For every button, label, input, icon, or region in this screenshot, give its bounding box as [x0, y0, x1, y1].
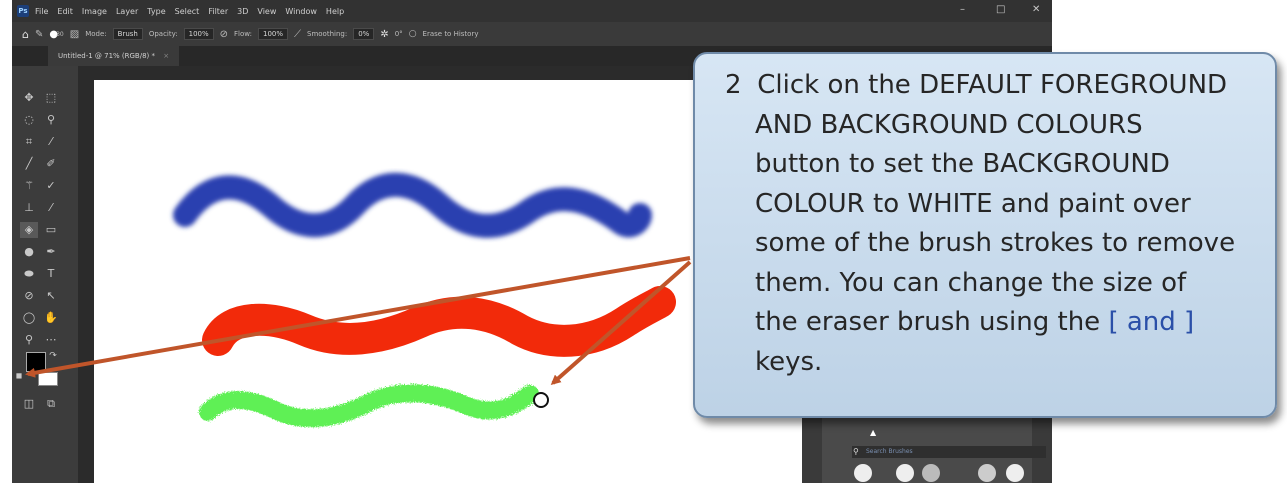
- arrow-overlay: [25, 256, 692, 385]
- arrow-to-default-colors: [25, 256, 691, 378]
